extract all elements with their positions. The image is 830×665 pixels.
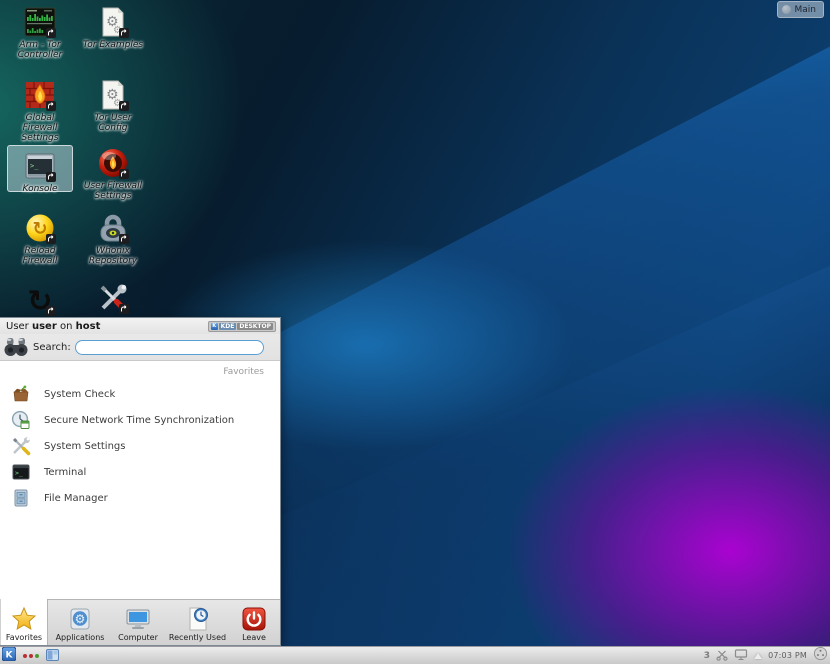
kde-desktop-badge: K KDE DESKTOP [207, 320, 276, 332]
tab-computer[interactable]: Computer [112, 600, 164, 645]
desktop-icon-global-firewall-settings[interactable]: Global Firewall Settings [7, 79, 73, 143]
tab-applications[interactable]: ⚙ Applications [48, 600, 112, 645]
whonix-repository-icon [97, 212, 129, 244]
package-box-icon [10, 384, 31, 404]
shortcut-emblem-icon [119, 304, 129, 314]
activity-label: Main [794, 4, 817, 15]
search-label: Search: [33, 341, 71, 353]
tools-icon [97, 282, 129, 314]
tab-favorites[interactable]: Favorites [0, 599, 48, 645]
desktop-icon-konsole[interactable]: >_ Konsole [7, 145, 73, 194]
user-firewall-settings-icon [97, 147, 129, 179]
shortcut-emblem-icon [119, 234, 129, 244]
file-cabinet-icon [10, 488, 31, 508]
status-dots-icon[interactable] [23, 653, 39, 658]
shortcut-emblem-icon [119, 28, 129, 38]
arm-tor-controller-icon [24, 6, 56, 38]
desktop-icon-label: Arm - Tor Controller [17, 40, 63, 60]
tab-recently-used[interactable]: Recently Used [164, 600, 231, 645]
shortcut-emblem-icon [46, 28, 56, 38]
refresh-arrow-icon: ↻ [24, 284, 56, 316]
kickoff-favorites-list: Favorites System Check Secure Network Ti… [0, 361, 280, 601]
panel-toolbox-cashew-icon[interactable] [813, 646, 828, 665]
power-leave-icon [241, 604, 267, 632]
menu-item-system-check[interactable]: System Check [0, 381, 280, 407]
pager-icon[interactable] [46, 646, 59, 665]
desktop-icon-label: Tor User Config [94, 113, 132, 133]
desktop-icon-label: Reload Firewall [22, 246, 58, 266]
global-firewall-settings-icon [24, 79, 56, 111]
desktop-icon-tor-user-config[interactable]: ⚙ ⚙ Tor User Config [80, 79, 146, 133]
svg-text:K: K [6, 651, 14, 661]
desktop-icon-label: Whonix Repository [88, 246, 138, 266]
klipper-scissors-icon[interactable] [716, 646, 728, 665]
svg-text:>_: >_ [15, 469, 23, 477]
tor-examples-icon: ⚙ ⚙ [97, 6, 129, 38]
star-icon [11, 604, 37, 632]
kickoff-menu: User user on host K KDE DESKTOP Search: … [0, 317, 281, 646]
taskbar: K 3 07:03 PM [0, 646, 830, 664]
desktop-icon-arm-tor-controller[interactable]: Arm - Tor Controller [7, 6, 73, 60]
desktop-icon-reload-firewall[interactable]: ↻ Reload Firewall [7, 212, 73, 266]
desktop-icon-whonix-repository[interactable]: Whonix Repository [80, 212, 146, 266]
kickoff-launcher-button[interactable]: K [1, 646, 17, 665]
menu-item-file-manager[interactable]: File Manager [0, 485, 280, 511]
desktop-icon-label: User Firewall Settings [83, 181, 143, 201]
konsole-icon: >_ [24, 150, 56, 182]
shortcut-emblem-icon [46, 234, 56, 244]
desktop-icon-partial-refresh[interactable]: ↻ [7, 284, 73, 316]
desktop-icon-tor-examples[interactable]: ⚙ ⚙ Tor Examples [80, 6, 146, 50]
kickoff-header: User user on host K KDE DESKTOP [0, 318, 280, 334]
shortcut-emblem-icon [46, 306, 56, 316]
desktop-icon-user-firewall-settings[interactable]: User Firewall Settings [80, 147, 146, 201]
desktop-icon-label: Tor Examples [82, 40, 144, 50]
menu-item-system-settings[interactable]: System Settings [0, 433, 280, 459]
user-host-label: User user on host [6, 320, 101, 332]
recent-documents-icon [185, 604, 211, 632]
activity-icon [781, 5, 791, 14]
shortcut-emblem-icon [46, 101, 56, 111]
tray-expander-icon[interactable] [754, 652, 763, 659]
search-input[interactable] [74, 339, 264, 355]
kde-logo-icon: K [210, 322, 218, 330]
desktop-icon-partial-tools[interactable] [80, 282, 146, 314]
svg-text:⚙: ⚙ [75, 612, 86, 626]
computer-monitor-icon [125, 604, 151, 632]
tor-user-config-icon: ⚙ ⚙ [97, 79, 129, 111]
desktop-icon-label: Konsole [22, 184, 58, 194]
section-label: Favorites [223, 367, 264, 377]
sdwdate-tray-icon[interactable]: 3 [704, 651, 710, 661]
shortcut-emblem-icon [46, 172, 56, 182]
menu-item-terminal[interactable]: >_ Terminal [0, 459, 280, 485]
terminal-icon: >_ [10, 462, 31, 482]
clock-sync-icon [10, 410, 31, 430]
wrench-screwdriver-icon [10, 436, 31, 456]
activity-main-button[interactable]: Main [776, 1, 824, 18]
tab-leave[interactable]: Leave [231, 600, 277, 645]
digital-clock[interactable]: 07:03 PM [768, 651, 807, 660]
desktop-icon-label: Global Firewall Settings [21, 113, 59, 143]
reload-firewall-icon: ↻ [24, 212, 56, 244]
network-monitor-tray-icon[interactable] [734, 646, 748, 665]
shortcut-emblem-icon [119, 169, 129, 179]
svg-text:>_: >_ [30, 162, 39, 170]
kickoff-tab-strip: Favorites ⚙ Applications Computer Recent… [0, 599, 280, 645]
menu-item-secure-network-time-synchronization[interactable]: Secure Network Time Synchronization [0, 407, 280, 433]
shortcut-emblem-icon [119, 101, 129, 111]
binoculars-search-icon [3, 334, 29, 361]
applications-icon: ⚙ [67, 604, 93, 632]
kickoff-search-row: Search: [0, 334, 280, 361]
